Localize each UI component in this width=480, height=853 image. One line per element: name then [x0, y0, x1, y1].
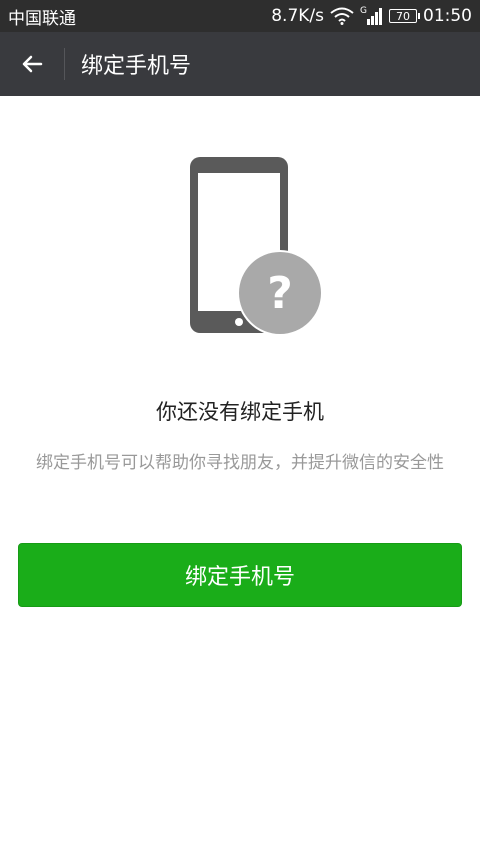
back-arrow-icon [22, 55, 43, 73]
status-indicators: 8.7K/s G 70 01:50 [271, 6, 472, 26]
page-title: 绑定手机号 [81, 54, 192, 79]
svg-text:?: ? [267, 268, 293, 319]
headline: 你还没有绑定手机 [156, 400, 324, 424]
title-bar: 绑定手机号 [0, 32, 480, 96]
wifi-icon [330, 7, 354, 25]
title-divider [64, 48, 65, 80]
question-mark-icon: ? [237, 250, 323, 336]
description: 绑定手机号可以帮助你寻找朋友，并提升微信的安全性 [36, 453, 444, 473]
battery-icon: 70 [389, 9, 420, 23]
status-bar: 中国联通 8.7K/s G 70 01:50 [0, 0, 480, 32]
back-button[interactable] [0, 32, 64, 96]
battery-level: 70 [396, 9, 410, 23]
signal-group: G [360, 7, 383, 25]
bind-phone-button[interactable]: 绑定手机号 [18, 543, 462, 607]
signal-bars-icon [367, 8, 382, 25]
network-speed: 8.7K/s [271, 6, 325, 26]
phone-question-illustration: ? [190, 157, 323, 336]
signal-type: G [360, 6, 367, 16]
clock: 01:50 [423, 6, 472, 26]
carrier-name: 中国联通 [8, 8, 76, 29]
